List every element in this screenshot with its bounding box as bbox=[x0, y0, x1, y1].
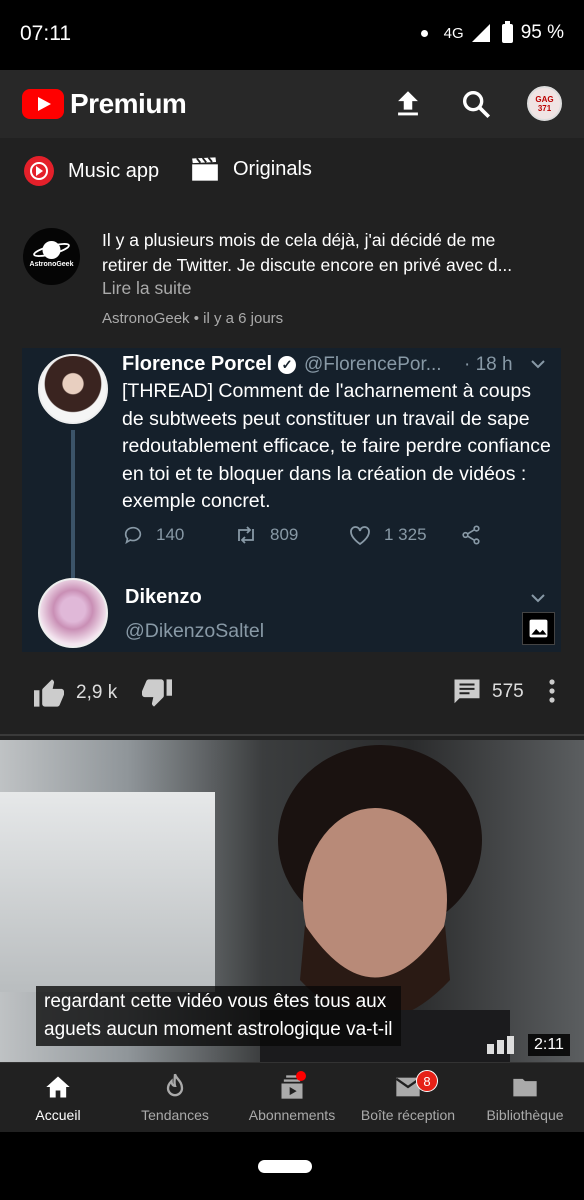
music-app-chip[interactable]: Music app bbox=[24, 156, 159, 186]
tweet-author-name: Florence Porcel ✓ bbox=[122, 353, 297, 376]
youtube-logo-icon[interactable] bbox=[22, 89, 64, 119]
image-icon bbox=[522, 612, 555, 645]
status-time: 07:11 bbox=[20, 22, 71, 45]
tweet-replies: 140 bbox=[122, 524, 184, 546]
chevron-down-icon bbox=[531, 594, 545, 603]
comments-button[interactable]: 575 bbox=[452, 678, 524, 706]
heart-icon bbox=[350, 526, 370, 546]
nav-subscriptions[interactable]: Abonnements bbox=[234, 1063, 350, 1133]
tweet-like-count: 1 325 bbox=[384, 525, 427, 544]
more-vert-icon[interactable] bbox=[548, 678, 556, 704]
status-bar: 07:11 4G 95 % bbox=[0, 0, 584, 70]
flame-icon bbox=[166, 1073, 184, 1097]
folder-icon bbox=[513, 1078, 537, 1097]
clapperboard-icon bbox=[192, 156, 218, 181]
comment-icon bbox=[454, 679, 480, 704]
share-icon bbox=[462, 525, 480, 545]
tweet-handle: @FlorencePor... bbox=[304, 354, 442, 375]
thread-line bbox=[71, 430, 75, 578]
brand-title[interactable]: Premium bbox=[70, 88, 187, 120]
community-post-text[interactable]: Il y a plusieurs mois de cela déjà, j'ai… bbox=[102, 228, 567, 278]
nav-inbox[interactable]: Boîte réception bbox=[350, 1063, 466, 1133]
post-text-line: retirer de Twitter. Je discute encore en… bbox=[102, 255, 513, 275]
post-actions: 2,9 k 575 bbox=[0, 668, 584, 722]
nav-label: Accueil bbox=[35, 1107, 81, 1123]
tweet-retweets: 809 bbox=[234, 524, 298, 546]
channel-avatar-label: AstronoGeek bbox=[29, 261, 74, 268]
account-avatar[interactable]: GAG 371 bbox=[527, 86, 562, 121]
originals-chip[interactable]: Originals bbox=[191, 156, 312, 182]
post-text-line: Il y a plusieurs mois de cela déjà, j'ai… bbox=[102, 230, 496, 250]
thumbs-up-icon bbox=[34, 679, 64, 707]
like-button[interactable]: 2,9 k bbox=[32, 678, 117, 708]
nav-label: Boîte réception bbox=[360, 1107, 456, 1123]
tweet-share bbox=[460, 524, 482, 546]
nav-label: Bibliothèque bbox=[486, 1107, 564, 1123]
bottom-navigation: Accueil Tendances Abonnements Boîte réce… bbox=[0, 1062, 584, 1132]
reply-icon bbox=[124, 526, 142, 545]
reply-author-avatar bbox=[38, 578, 108, 648]
channel-avatar[interactable]: AstronoGeek bbox=[23, 228, 80, 285]
new-content-dot-icon bbox=[296, 1071, 306, 1081]
battery-icon bbox=[501, 20, 513, 43]
network-type: 4G bbox=[443, 24, 464, 42]
video-caption: regardant cette vidéo vous êtes tous aux… bbox=[36, 986, 401, 1046]
comment-count: 575 bbox=[492, 681, 524, 702]
tweet-author-name-text: Florence Porcel bbox=[122, 353, 273, 375]
reply-author-name: Dikenzo bbox=[125, 586, 202, 608]
video-thumbnail[interactable]: regardant cette vidéo vous êtes tous aux… bbox=[0, 740, 584, 1062]
nav-home[interactable]: Accueil bbox=[0, 1063, 116, 1133]
status-icons: 4G 95 % bbox=[420, 20, 564, 44]
home-gesture-pill[interactable] bbox=[258, 1160, 312, 1173]
saturn-icon bbox=[33, 241, 70, 259]
caption-line: aguets aucun moment astrologique va-t-il bbox=[44, 1019, 393, 1040]
inbox-badge: 8 bbox=[416, 1070, 438, 1092]
post-meta: AstronoGeek • il y a 6 jours bbox=[102, 310, 284, 327]
chip-label: Originals bbox=[233, 157, 312, 180]
thumbs-down-icon bbox=[142, 679, 172, 707]
caption-line: regardant cette vidéo vous êtes tous aux bbox=[44, 991, 387, 1012]
retweet-icon bbox=[238, 526, 254, 544]
like-count: 2,9 k bbox=[76, 682, 118, 703]
chip-label: Music app bbox=[68, 159, 160, 182]
nav-label: Tendances bbox=[141, 1107, 209, 1123]
audio-bars-icon bbox=[487, 1036, 514, 1054]
post-image-tweet[interactable]: Florence Porcel ✓ @FlorencePor... · 18 h… bbox=[22, 348, 561, 652]
tweet-reply-count: 140 bbox=[156, 525, 185, 544]
nav-trending[interactable]: Tendances bbox=[117, 1063, 233, 1133]
upload-icon[interactable] bbox=[391, 87, 425, 121]
tweet-body: [THREAD] Comment de l'acharnement à coup… bbox=[122, 380, 551, 512]
nav-label: Abonnements bbox=[248, 1107, 336, 1123]
app-bar: Premium GAG 371 bbox=[0, 70, 584, 138]
verified-icon: ✓ bbox=[278, 355, 297, 374]
nav-library[interactable]: Bibliothèque bbox=[467, 1063, 583, 1133]
window-background bbox=[0, 792, 215, 992]
system-navigation-bar bbox=[0, 1132, 584, 1200]
notification-dot-icon bbox=[420, 29, 428, 37]
chip-bar: Music app Originals bbox=[0, 138, 584, 206]
dislike-button[interactable] bbox=[140, 678, 174, 708]
tweet-time: · 18 h bbox=[464, 354, 513, 375]
tweet-retweet-count: 809 bbox=[270, 525, 299, 544]
tweet-likes: 1 325 bbox=[348, 524, 427, 546]
tweet-author-avatar bbox=[38, 354, 108, 424]
read-more-link[interactable]: Lire la suite bbox=[102, 278, 192, 299]
battery-percent: 95 % bbox=[520, 22, 564, 43]
video-duration: 2:11 bbox=[528, 1034, 570, 1056]
camera-notch bbox=[187, 0, 397, 70]
home-icon bbox=[46, 1076, 70, 1098]
reply-author-handle: @DikenzoSaltel bbox=[125, 620, 265, 642]
youtube-music-icon bbox=[24, 156, 54, 186]
section-divider bbox=[0, 734, 584, 736]
signal-icon bbox=[471, 24, 490, 42]
feed: AstronoGeek Il y a plusieurs mois de cel… bbox=[0, 206, 584, 1062]
search-icon[interactable] bbox=[459, 87, 493, 121]
tweet-actions: 140 809 1 325 bbox=[122, 524, 502, 550]
chevron-down-icon bbox=[531, 360, 545, 369]
